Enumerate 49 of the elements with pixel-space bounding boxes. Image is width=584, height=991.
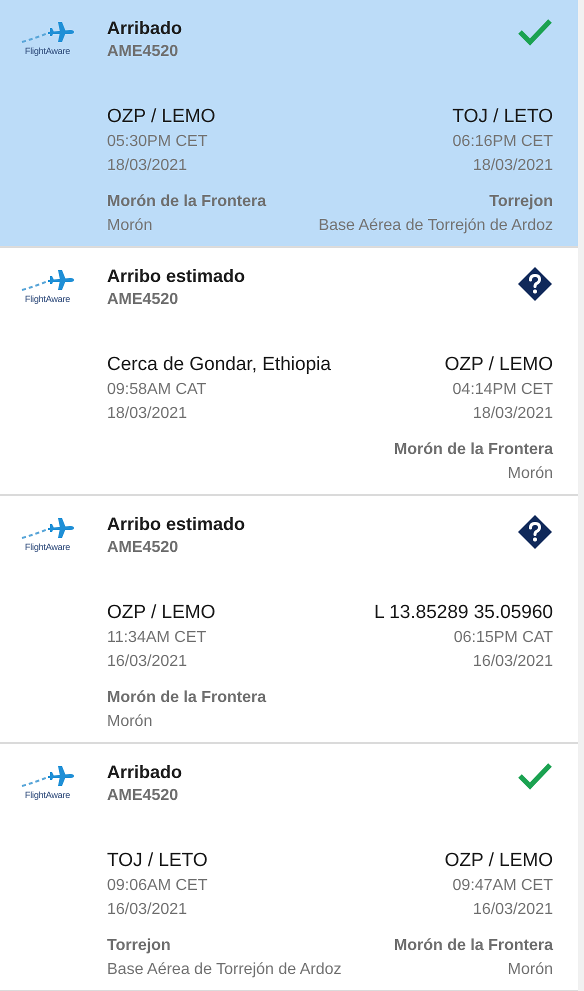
date-text: 16/03/2021 (107, 652, 188, 672)
time-text: 04:14PM CET (452, 380, 553, 400)
time-text: 09:58AM CAT (107, 380, 206, 400)
airport-name: Morón de la Frontera (107, 192, 266, 212)
airport-name: Morón de la Frontera (394, 936, 553, 956)
time-text: 06:16PM CET (452, 132, 553, 152)
city-text: Morón (107, 216, 152, 236)
flight-number: AME4520 (107, 290, 178, 310)
city-text: Morón (508, 960, 553, 980)
city-text: Morón (107, 712, 152, 732)
date-text: 18/03/2021 (472, 404, 553, 424)
airport-code: OZP / LEMO (107, 601, 216, 625)
city-text: Base Aérea de Torrejón de Ardoz (107, 960, 342, 980)
logo-text: FlightAware (24, 294, 70, 305)
time-text: 09:47AM CET (452, 876, 553, 896)
time-text: 05:30PM CET (107, 132, 208, 152)
time-text: 09:06AM CET (107, 876, 208, 896)
airport-name: Torrejon (107, 936, 171, 956)
logo-text: FlightAware (24, 790, 70, 801)
date-text: 18/03/2021 (472, 156, 553, 176)
airport-code: Cerca de Gondar, Ethiopia (107, 353, 331, 377)
airport-code: OZP / LEMO (107, 105, 216, 129)
airport-code: L 13.85289 35.05960 (374, 601, 553, 625)
time-text: 11:34AM CET (107, 628, 206, 648)
status-label: Arribo estimado (107, 513, 246, 536)
logo-text: FlightAware (24, 542, 70, 553)
date-text: 16/03/2021 (107, 900, 188, 920)
airport-code: OZP / LEMO (444, 849, 553, 873)
flight-number: AME4520 (107, 786, 178, 806)
airport-code: TOJ / LETO (452, 105, 553, 129)
airport-code: OZP / LEMO (444, 353, 553, 377)
flight-card[interactable]: FlightAware Arribado AME4520 OZP / LEMO 05:30PM CET 18/03/2021 Morón de la Frontera Morón TOJ / LETO 06:16PM CET 18/03/2021 Torrejon Base Aérea de Torrejón de Ardoz (0, 0, 578, 248)
flight-number: AME4520 (107, 538, 178, 558)
airport-name: Morón de la Frontera (107, 688, 266, 708)
flight-number: AME4520 (107, 42, 178, 62)
status-label: Arribo estimado (107, 265, 246, 288)
logo-text: FlightAware (24, 46, 70, 57)
airport-name: Morón de la Frontera (394, 440, 553, 460)
airport-name: Torrejon (489, 192, 553, 212)
date-text: 16/03/2021 (472, 900, 553, 920)
airport-code: TOJ / LETO (107, 849, 208, 873)
status-label: Arribado (107, 17, 182, 40)
date-text: 16/03/2021 (472, 652, 553, 672)
time-text: 06:15PM CAT (454, 628, 553, 648)
date-text: 18/03/2021 (107, 404, 188, 424)
date-text: 18/03/2021 (107, 156, 188, 176)
city-text: Base Aérea de Torrejón de Ardoz (318, 216, 553, 236)
city-text: Morón (508, 464, 553, 484)
status-label: Arribado (107, 761, 182, 784)
